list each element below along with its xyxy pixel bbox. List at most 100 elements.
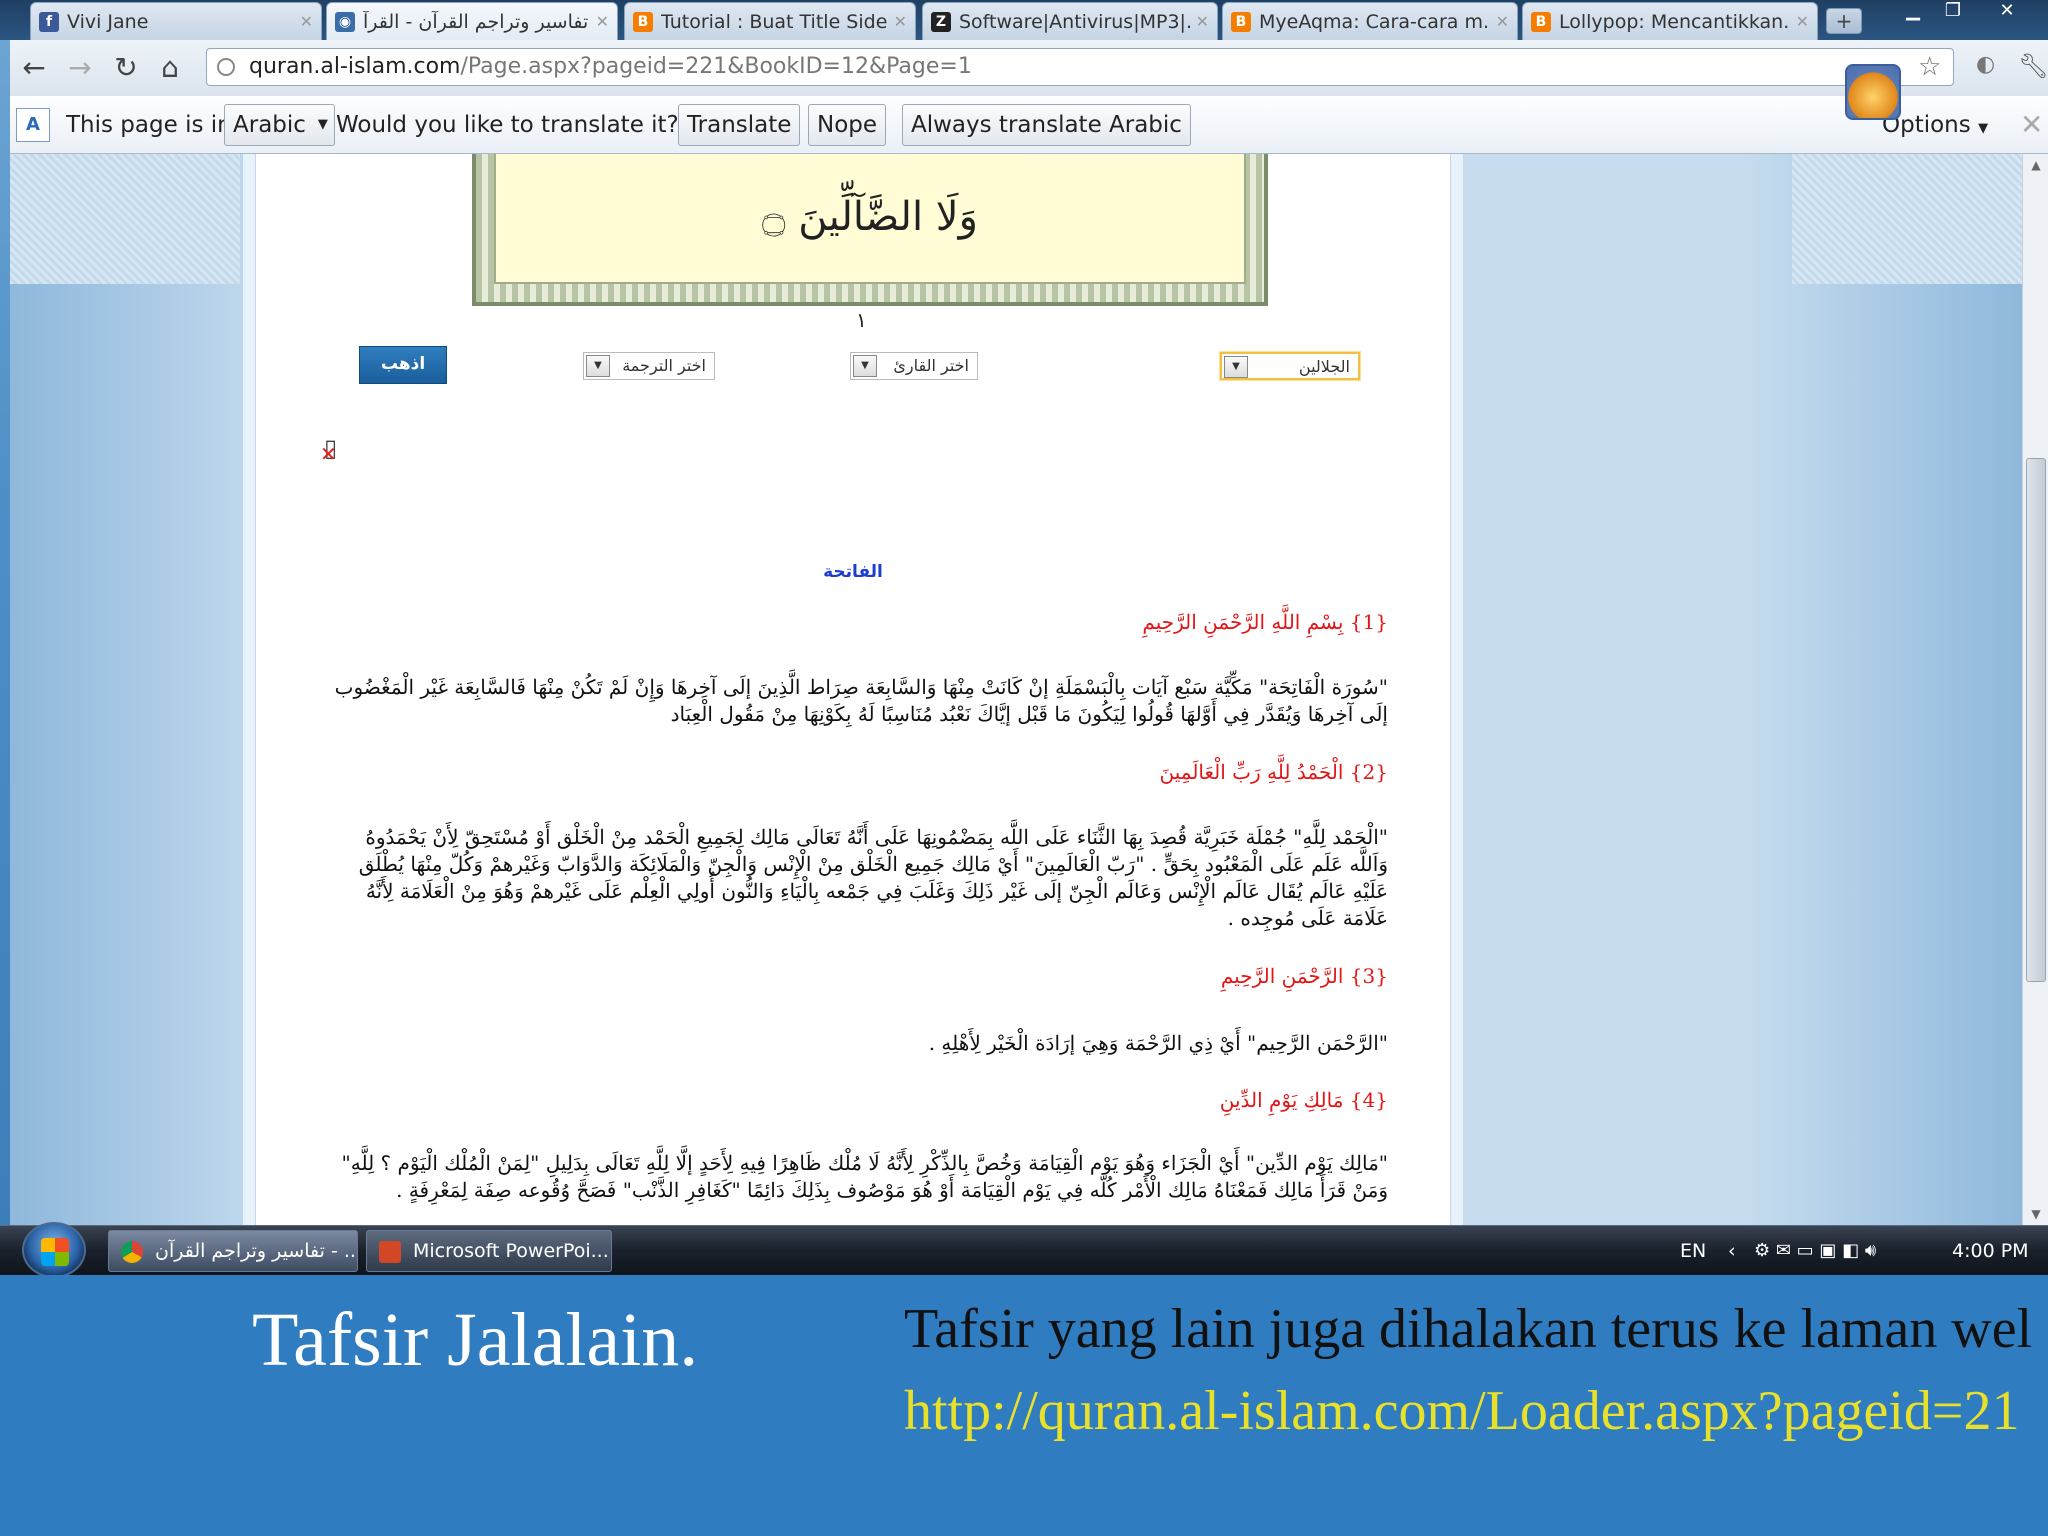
close-window-icon[interactable]: ✕ xyxy=(1990,0,2024,24)
chevron-down-icon: ▼ xyxy=(317,117,328,132)
scroll-down-icon[interactable]: ▼ xyxy=(2023,1207,2048,1221)
recorder-logo xyxy=(1845,64,1901,120)
reload-icon[interactable]: ↻ xyxy=(108,50,144,86)
background-pattern xyxy=(10,154,240,284)
reader-select[interactable]: ▼ اختر القارئ xyxy=(850,352,978,380)
always-translate-button[interactable]: Always translate Arabic xyxy=(902,104,1191,146)
translation-select[interactable]: ▼ اختر الترجمة xyxy=(583,352,715,380)
tab-close-icon[interactable]: ✕ xyxy=(1796,12,1809,31)
tab-label: Lollypop: Mencantikkan... xyxy=(1559,10,1790,33)
language-label: Arabic xyxy=(233,112,306,138)
nope-button[interactable]: Nope xyxy=(808,104,887,146)
verse-heading: {4} مَالِكِ يَوْمِ الدِّينِ xyxy=(1219,1088,1388,1112)
taskbar-item-powerpoint[interactable]: Microsoft PowerPoi... xyxy=(366,1230,612,1272)
quran-page-frame: وَلَا الضَّآلِّينَ ۝ xyxy=(472,154,1268,306)
tafsir-paragraph: "الْحَمْد لِلَّهِ" جُمْلَة خَبَرِيَّة قُ… xyxy=(358,825,1388,930)
back-icon[interactable]: ← xyxy=(16,50,52,86)
tab-software[interactable]: Z Software|Antivirus|MP3|... ✕ xyxy=(922,2,1218,40)
tafsir-paragraph: "سُورَة الْفَاتِحَة" مَكِّيَّة سَبْع آيَ… xyxy=(334,675,1388,726)
extension-icon[interactable]: ◐ xyxy=(1976,52,1995,77)
presentation-slide: Tafsir Jalalain. Tafsir yang lain juga d… xyxy=(0,1275,2048,1536)
wrench-icon[interactable]: 🔧︎ xyxy=(2018,52,2048,80)
tab-close-icon[interactable]: ✕ xyxy=(894,12,907,31)
verse-heading: {1} بِسْمِ اللَّهِ الرَّحْمَنِ الرَّحِيم… xyxy=(1142,610,1388,634)
infobar-close-icon[interactable]: ✕ xyxy=(2020,108,2043,141)
chevron-down-icon: ▼ xyxy=(1978,121,1989,136)
tab-quran-tafsir[interactable]: ◉ تفاسير وتراجم القرآن - القرآ... ✕ xyxy=(326,2,618,40)
tab-close-icon[interactable]: ✕ xyxy=(300,12,313,31)
quran-verse-text: وَلَا الضَّآلِّينَ ۝ xyxy=(762,194,978,240)
new-tab-button[interactable]: + xyxy=(1826,8,1862,34)
blogger-icon: B xyxy=(633,11,653,32)
go-button[interactable]: اذهب xyxy=(359,346,447,384)
scrollbar-thumb[interactable] xyxy=(2026,458,2046,982)
clock[interactable]: 4:00 PM xyxy=(1952,1226,2029,1275)
tray-expand-icon[interactable]: ‹ xyxy=(1728,1226,1736,1275)
translate-icon: A xyxy=(16,108,50,142)
tab-close-icon[interactable]: ✕ xyxy=(1196,12,1209,31)
tafsir-paragraph: "الرَّحْمَن الرَّحِيم" أَيْ ذِي الرَّحْم… xyxy=(928,1031,1388,1055)
slide-url: http://quran.al-islam.com/Loader.aspx?pa… xyxy=(904,1380,2020,1442)
browser-window: f Vivi Jane ✕ ◉ تفاسير وتراجم القرآن - ا… xyxy=(0,0,2048,1275)
tab-close-icon[interactable]: ✕ xyxy=(596,12,609,31)
translate-button[interactable]: Translate xyxy=(678,104,801,146)
translate-question: Would you like to translate it? xyxy=(336,112,679,138)
language-indicator[interactable]: EN xyxy=(1680,1226,1706,1275)
url-host: quran.al-islam.com xyxy=(249,54,461,79)
slide-title: Tafsir Jalalain. xyxy=(252,1298,699,1382)
tab-label: MyeAqma: Cara-cara m... xyxy=(1259,10,1490,33)
tab-vivi-jane[interactable]: f Vivi Jane ✕ xyxy=(30,2,322,40)
globe-icon xyxy=(217,58,235,76)
tab-label: Vivi Jane xyxy=(67,10,149,33)
tafsir-select[interactable]: ▼ الجلالين xyxy=(1220,352,1360,380)
page-content: وَلَا الضَّآلِّينَ ۝ ١ اذهب ▼ اختر الترج… xyxy=(255,154,1451,1225)
browser-toolbar: ← → ↻ ⌂ quran.al-islam.com/Page.aspx?pag… xyxy=(10,40,2048,96)
translate-prefix: This page is in xyxy=(66,112,232,138)
vertical-scrollbar[interactable]: ▲ ▼ xyxy=(2022,154,2048,1225)
scroll-up-icon[interactable]: ▲ xyxy=(2023,158,2048,172)
tab-tutorial[interactable]: B Tutorial : Buat Title Side... ✕ xyxy=(624,2,916,40)
bookmark-star-icon[interactable]: ☆ xyxy=(1918,52,1941,82)
slide-text: Tafsir yang lain juga dihalakan terus ke… xyxy=(904,1298,2033,1360)
windows-logo-icon xyxy=(41,1238,69,1266)
page-body: وَلَا الضَّآلِّينَ ۝ ١ اذهب ▼ اختر الترج… xyxy=(243,154,1463,1225)
tab-lollypop[interactable]: B Lollypop: Mencantikkan... ✕ xyxy=(1522,2,1818,40)
blogger-icon: B xyxy=(1531,11,1551,32)
quran-site-icon: ◉ xyxy=(335,11,355,32)
chevron-down-icon: ▼ xyxy=(586,355,610,377)
translate-infobar: A This page is in Arabic ▼ Would you like… xyxy=(10,96,2048,154)
tab-label: Software|Antivirus|MP3|... xyxy=(959,10,1190,33)
restore-icon[interactable]: ❐ xyxy=(1936,0,1970,24)
tab-strip: f Vivi Jane ✕ ◉ تفاسير وتراجم القرآن - ا… xyxy=(0,0,2048,40)
url-path: /Page.aspx?pageid=221&BookID=12&Page=1 xyxy=(460,54,972,79)
background-pattern xyxy=(1792,154,2022,284)
tab-myeaqma[interactable]: B MyeAqma: Cara-cara m... ✕ xyxy=(1222,2,1518,40)
chevron-down-icon: ▼ xyxy=(1224,356,1248,378)
address-bar[interactable]: quran.al-islam.com/Page.aspx?pageid=221&… xyxy=(206,48,1954,86)
verse-heading: {3} الرَّحْمَنِ الرَّحِيمِ xyxy=(1220,964,1388,988)
tafsir-paragraph: "مَالِك يَوْم الدِّين" أَيْ الْجَزَاء وَ… xyxy=(341,1151,1388,1202)
facebook-icon: f xyxy=(39,11,59,32)
blogger-icon: B xyxy=(1231,11,1251,32)
taskbar-item-chrome[interactable]: تفاسير وتراجم القرآن - ... xyxy=(108,1230,358,1272)
tab-label: Tutorial : Buat Title Side... xyxy=(661,10,888,33)
start-button[interactable] xyxy=(22,1222,86,1275)
z-icon: Z xyxy=(931,11,951,32)
surah-title: الفاتحة xyxy=(823,562,883,582)
verse-heading: {2} الْحَمْدُ لِلَّهِ رَبِّ الْعَالَمِين… xyxy=(1159,760,1388,784)
language-select[interactable]: Arabic ▼ xyxy=(224,104,335,146)
home-icon[interactable]: ⌂ xyxy=(152,50,188,86)
forward-icon[interactable]: → xyxy=(62,50,98,86)
minimize-icon[interactable]: ▁ xyxy=(1896,0,1930,24)
tray-icons[interactable]: ⚙ ✉ ▭ ▣ ◧ 🔊︎ xyxy=(1754,1226,1876,1275)
windows-taskbar: تفاسير وتراجم القرآن - ... Microsoft Pow… xyxy=(0,1222,2048,1275)
chevron-down-icon: ▼ xyxy=(853,355,877,377)
chrome-icon xyxy=(121,1241,143,1263)
tab-close-icon[interactable]: ✕ xyxy=(1496,12,1509,31)
powerpoint-icon xyxy=(379,1241,401,1263)
page-viewport: وَلَا الضَّآلِّينَ ۝ ١ اذهب ▼ اختر الترج… xyxy=(10,154,2022,1225)
broken-plugin-icon[interactable]: ▯ ✕ xyxy=(320,434,358,468)
tab-label: تفاسير وتراجم القرآن - القرآ... xyxy=(363,10,590,33)
quran-page-number: ١ xyxy=(856,308,867,332)
quran-page-inner: وَلَا الضَّآلِّينَ ۝ xyxy=(494,154,1246,284)
